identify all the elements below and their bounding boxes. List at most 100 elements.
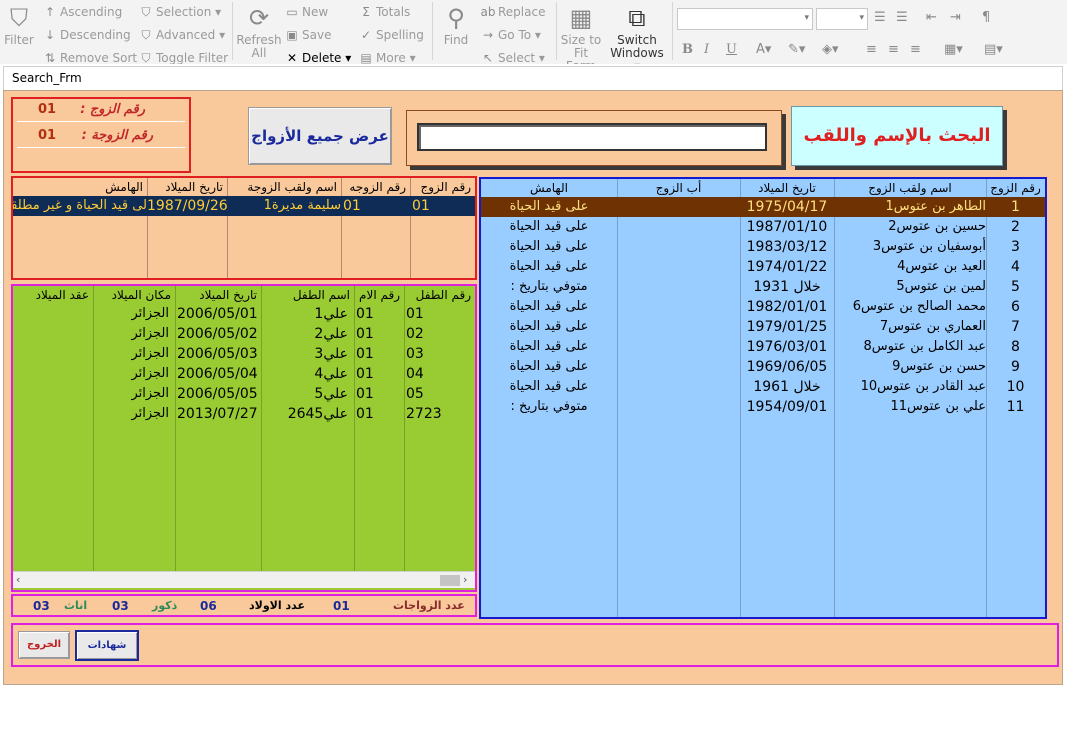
cell-birth-place[interactable]: الجزائر xyxy=(93,344,175,364)
table-row[interactable]: 2 حسين بن عتوس2 1987/01/10 على قيد الحياة xyxy=(481,217,1045,237)
cell-birth-date[interactable]: 2013/07/27 xyxy=(175,404,261,424)
table-row[interactable]: 01 01 علي1 2006/05/01 الجزائر xyxy=(13,304,475,324)
cell-child-name[interactable]: علي2645 xyxy=(261,404,354,424)
cell-husband-father[interactable] xyxy=(617,397,740,417)
numbering-icon[interactable]: ☰ xyxy=(896,10,908,25)
cell-notes[interactable]: لى قيد الحياة و غير مطلقة xyxy=(13,196,147,216)
cell-birth-certificate[interactable] xyxy=(13,324,93,344)
cell-child-no[interactable]: 05 xyxy=(404,384,475,404)
cell-birth-date[interactable]: 1969/06/05 xyxy=(740,357,834,377)
goto-button[interactable]: → Go To ▾ xyxy=(480,28,541,42)
font-size-combo[interactable]: ▾ xyxy=(816,8,868,30)
cell-husband-father[interactable] xyxy=(617,297,740,317)
cell-husband-father[interactable] xyxy=(617,317,740,337)
cell-husband-father[interactable] xyxy=(617,217,740,237)
cell-husband-name[interactable]: عبد الكامل بن عتوس8 xyxy=(834,337,986,357)
cell-husband-name[interactable]: أبوسفيان بن عتوس3 xyxy=(834,237,986,257)
cell-husband-name[interactable]: عبد القادر بن عتوس10 xyxy=(834,377,986,397)
table-row[interactable]: 04 01 علي4 2006/05/04 الجزائر xyxy=(13,364,475,384)
selection-button[interactable]: ⛉ Selection ▾ xyxy=(138,5,221,19)
table-row[interactable]: 01 01 سليمة مديرة1 1987/09/26 لى قيد الح… xyxy=(13,196,475,216)
scroll-right-icon[interactable]: › xyxy=(463,573,467,586)
cell-notes[interactable]: على قيد الحياة xyxy=(481,297,617,317)
exit-button[interactable]: الخروج xyxy=(18,631,70,659)
cell-mother-no[interactable]: 01 xyxy=(354,324,404,344)
cell-child-no[interactable]: 02 xyxy=(404,324,475,344)
cell-husband-father[interactable] xyxy=(617,277,740,297)
cell-child-name[interactable]: علي2 xyxy=(261,324,354,344)
cell-birth-certificate[interactable] xyxy=(13,304,93,324)
select-button[interactable]: ↖ Select ▾ xyxy=(480,51,545,64)
cell-birth-date[interactable]: خلال 1931 xyxy=(740,277,834,297)
table-row[interactable]: 03 01 علي3 2006/05/03 الجزائر xyxy=(13,344,475,364)
decrease-indent-icon[interactable]: ⇤ xyxy=(926,10,937,25)
find-button[interactable]: ⚲ Find xyxy=(438,4,474,47)
cell-child-name[interactable]: علي4 xyxy=(261,364,354,384)
col-header-husband-father[interactable]: أب الزوج xyxy=(617,179,740,197)
col-header-wife-no[interactable]: رقم الزوجه xyxy=(341,178,410,196)
cell-husband-name[interactable]: العماري بن عتوس7 xyxy=(834,317,986,337)
cell-birth-certificate[interactable] xyxy=(13,404,93,424)
cell-notes[interactable]: على قيد الحياة xyxy=(481,377,617,397)
col-header-husband-no[interactable]: رقم الزوج xyxy=(410,178,475,196)
col-header-birth-place[interactable]: مكان الميلاد xyxy=(93,286,175,304)
cell-husband-no[interactable]: 4 xyxy=(986,257,1045,277)
table-row[interactable]: 2723 01 علي2645 2013/07/27 الجزائر xyxy=(13,404,475,424)
cell-birth-date[interactable]: 1974/01/22 xyxy=(740,257,834,277)
cell-mother-no[interactable]: 01 xyxy=(354,384,404,404)
col-header-birth-date[interactable]: تاريخ الميلاد xyxy=(175,286,261,304)
table-row[interactable]: 1 الطاهر بن عتوس1 1975/04/17 على قيد الحياة xyxy=(481,197,1045,217)
certificates-button[interactable]: شهادات xyxy=(75,630,139,661)
cell-husband-no[interactable]: 3 xyxy=(986,237,1045,257)
align-right-icon[interactable]: ≡ xyxy=(910,42,921,57)
advanced-button[interactable]: ⛉ Advanced ▾ xyxy=(138,28,225,42)
col-header-notes[interactable]: الهامش xyxy=(13,178,147,196)
new-record-button[interactable]: ▭ New xyxy=(284,5,328,19)
cell-birth-place[interactable]: الجزائر xyxy=(93,324,175,344)
cell-birth-certificate[interactable] xyxy=(13,384,93,404)
cell-notes[interactable]: على قيد الحياة xyxy=(481,317,617,337)
cell-husband-father[interactable] xyxy=(617,197,740,217)
cell-wife-name[interactable]: سليمة مديرة1 xyxy=(227,196,341,216)
col-header-wife-name[interactable]: اسم ولقب الزوجة xyxy=(227,178,341,196)
cell-child-no[interactable]: 03 xyxy=(404,344,475,364)
ascending-button[interactable]: ↑ Ascending xyxy=(42,5,122,19)
font-name-combo[interactable]: ▾ xyxy=(677,8,813,30)
table-row[interactable]: 6 محمد الصالح بن عتوس6 1982/01/01 على قيد ا… xyxy=(481,297,1045,317)
table-row[interactable]: 9 حسن بن عتوس9 1969/06/05 على قيد الحياة xyxy=(481,357,1045,377)
cell-birth-date[interactable]: 1982/01/01 xyxy=(740,297,834,317)
cell-mother-no[interactable]: 01 xyxy=(354,344,404,364)
cell-husband-name[interactable]: لمين بن عتوس5 xyxy=(834,277,986,297)
cell-notes[interactable]: على قيد الحياة xyxy=(481,217,617,237)
col-header-notes[interactable]: الهامش xyxy=(481,179,617,197)
scroll-left-icon[interactable]: ‹ xyxy=(16,573,20,586)
col-header-child-no[interactable]: رقم الطفل xyxy=(404,286,475,304)
cell-child-name[interactable]: علي3 xyxy=(261,344,354,364)
cell-notes[interactable]: على قيد الحياة xyxy=(481,337,617,357)
cell-husband-no[interactable]: 7 xyxy=(986,317,1045,337)
table-row[interactable]: 7 العماري بن عتوس7 1979/01/25 على قيد الحيا… xyxy=(481,317,1045,337)
cell-notes[interactable]: على قيد الحياة xyxy=(481,257,617,277)
cell-birth-certificate[interactable] xyxy=(13,364,93,384)
cell-husband-father[interactable] xyxy=(617,357,740,377)
col-header-child-name[interactable]: اسم الطفل xyxy=(261,286,354,304)
col-header-birth-date[interactable]: تاريخ الميلاد xyxy=(147,178,227,196)
remove-sort-button[interactable]: ⇅ Remove Sort xyxy=(42,51,137,64)
table-row[interactable]: 8 عبد الكامل بن عتوس8 1976/03/01 على قيد ال… xyxy=(481,337,1045,357)
underline-icon[interactable]: U xyxy=(726,42,737,57)
save-record-button[interactable]: ▣ Save xyxy=(284,28,331,42)
cell-notes[interactable]: متوفي بتاريخ : xyxy=(481,397,617,417)
table-row[interactable]: 3 أبوسفيان بن عتوس3 1983/03/12 على قيد الحي… xyxy=(481,237,1045,257)
table-row[interactable]: 4 العيد بن عتوس4 1974/01/22 على قيد الحياة xyxy=(481,257,1045,277)
cell-husband-father[interactable] xyxy=(617,337,740,357)
cell-mother-no[interactable]: 01 xyxy=(354,304,404,324)
cell-notes[interactable]: على قيد الحياة xyxy=(481,197,617,217)
cell-birth-date[interactable]: 1975/04/17 xyxy=(740,197,834,217)
cell-husband-no[interactable]: 5 xyxy=(986,277,1045,297)
cell-husband-no[interactable]: 8 xyxy=(986,337,1045,357)
bold-icon[interactable]: B xyxy=(682,42,693,57)
cell-husband-father[interactable] xyxy=(617,257,740,277)
cell-child-no[interactable]: 04 xyxy=(404,364,475,384)
table-row[interactable]: 05 01 علي5 2006/05/05 الجزائر xyxy=(13,384,475,404)
table-row[interactable]: 5 لمين بن عتوس5 خلال 1931 متوفي بتاريخ : xyxy=(481,277,1045,297)
